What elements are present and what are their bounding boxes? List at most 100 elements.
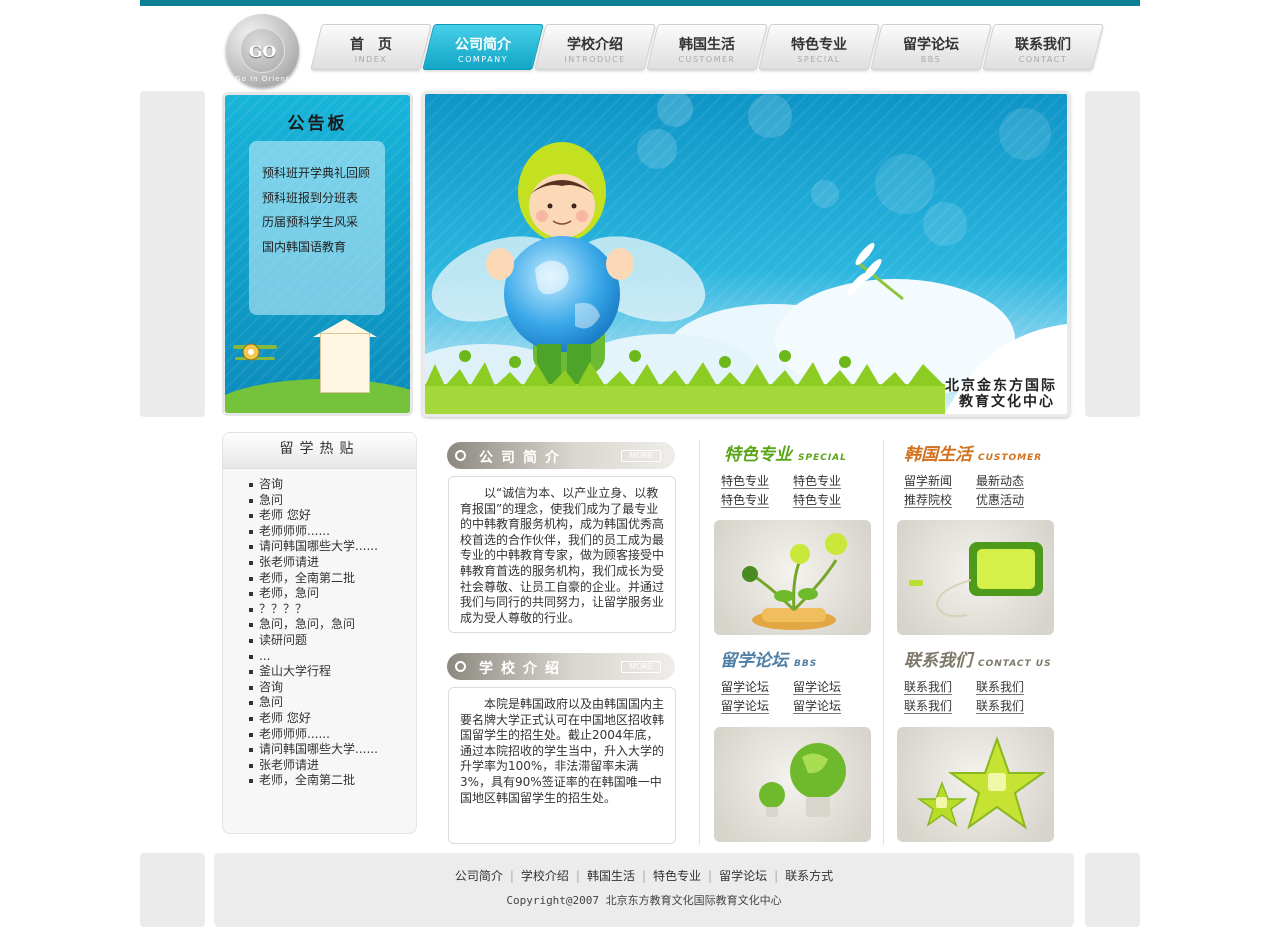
hot-post-item[interactable]: 老师，全南第二批 — [249, 571, 416, 587]
nav-label: 公司简介 — [455, 37, 511, 53]
nav-sublabel: COMPANY — [458, 55, 508, 64]
contact-title: 联系我们 CONTACT US — [904, 646, 1052, 671]
company-more-button[interactable]: MORE — [621, 450, 661, 462]
contact-link[interactable]: 联系我们 — [904, 678, 976, 697]
stars-illustration — [916, 735, 1047, 830]
footer-links: 公司简介 | 学校介绍 | 韩国生活 | 特色专业 | 留学论坛 | 联系方式 — [214, 867, 1074, 884]
bbs-link-label: 留学论坛 — [793, 698, 842, 714]
contact-link[interactable]: 联系我们 — [976, 697, 1048, 716]
nav-item-bbs[interactable]: 留学论坛 BBS — [870, 24, 992, 70]
hot-post-item[interactable]: 釜山大学行程 — [249, 664, 416, 680]
school-title: 学校介绍 — [479, 661, 567, 677]
nav-sublabel: CONTACT — [1018, 55, 1068, 64]
hot-post-item[interactable]: 老师 您好 — [249, 711, 416, 727]
special-link[interactable]: 特色专业 — [793, 472, 865, 491]
notice-item[interactable]: 预科班报到分班表 — [262, 186, 385, 211]
column-divider — [699, 440, 700, 845]
nav-label: 特色专业 — [791, 37, 847, 53]
footer-link[interactable]: 特色专业 — [653, 869, 701, 883]
school-header: 学校介绍 MORE — [447, 653, 675, 680]
nav-item-index[interactable]: 首 页 INDEX — [310, 24, 432, 70]
nav-label: 联系我们 — [1015, 37, 1071, 53]
nav-item-customer[interactable]: 韩国生活 CUSTOMER — [646, 24, 768, 70]
hot-post-item[interactable]: 急问，急问，急问 — [249, 617, 416, 633]
bbs-link[interactable]: 留学论坛 — [721, 678, 793, 697]
contact-link-label: 联系我们 — [904, 680, 953, 695]
special-link[interactable]: 特色专业 — [793, 491, 865, 510]
footer-link[interactable]: 韩国生活 — [587, 869, 635, 883]
hot-post-item[interactable]: 咨询 — [249, 680, 416, 696]
korea-life-link[interactable]: 推荐院校 — [904, 491, 976, 510]
korea-life-title: 韩国生活 CUSTOMER — [904, 440, 1042, 465]
hot-post-item[interactable]: ？？？？ — [249, 602, 416, 618]
hot-post-item[interactable]: 张老师请进 — [249, 555, 416, 571]
nav-item-contact[interactable]: 联系我们 CONTACT — [982, 24, 1104, 70]
contact-link[interactable]: 联系我们 — [904, 697, 976, 716]
globe-bulbs-illustration — [759, 743, 846, 817]
nav-item-introduce[interactable]: 学校介绍 INTRODUCE — [534, 24, 656, 70]
footer-link[interactable]: 留学论坛 — [719, 869, 767, 883]
contact-link-label: 联系我们 — [976, 698, 1025, 714]
hot-post-item[interactable]: 张老师请进 — [249, 758, 416, 774]
korea-life-link[interactable]: 优惠活动 — [976, 491, 1048, 510]
footer-link[interactable]: 学校介绍 — [521, 869, 569, 883]
special-link-label: 特色专业 — [721, 474, 770, 489]
bbs-title-en: BBS — [794, 659, 818, 669]
korea-life-link[interactable]: 最新动态 — [976, 472, 1048, 491]
right-footer-panel — [1085, 853, 1140, 927]
notice-board: 公告板 预科班开学典礼回顾 预科班报到分班表 历届预科学生风采 国内韩国语教育 — [222, 92, 413, 416]
notice-item[interactable]: 历届预科学生风采 — [262, 210, 385, 235]
hot-post-item[interactable]: 老师师师...... — [249, 524, 416, 540]
nav-sublabel: SPECIAL — [797, 55, 841, 64]
hot-post-item[interactable]: ... — [249, 649, 416, 665]
notice-title: 公告板 — [287, 114, 348, 134]
footer-link[interactable]: 公司简介 — [455, 869, 503, 883]
footer-link[interactable]: 联系方式 — [785, 869, 833, 883]
hot-post-item[interactable]: 老师师师...... — [249, 727, 416, 743]
hot-post-item[interactable]: 老师 您好 — [249, 508, 416, 524]
korea-life-link-label: 最新动态 — [976, 474, 1025, 489]
special-link[interactable]: 特色专业 — [721, 472, 793, 491]
special-link[interactable]: 特色专业 — [721, 491, 793, 510]
bbs-link[interactable]: 留学论坛 — [721, 697, 793, 716]
nav-sublabel: INTRODUCE — [564, 55, 626, 64]
contact-link[interactable]: 联系我们 — [976, 678, 1048, 697]
hot-post-item[interactable]: 咨询 — [249, 477, 416, 493]
company-title: 公司简介 — [479, 450, 567, 466]
bbs-link[interactable]: 留学论坛 — [793, 697, 865, 716]
footer-separator: | — [774, 869, 779, 883]
contact-links: 联系我们 联系我们联系我们 联系我们 — [904, 678, 1054, 715]
bbs-title: 留学论坛 BBS — [720, 646, 817, 671]
top-accent-bar — [140, 0, 1140, 6]
special-title-en: SPECIAL — [798, 453, 847, 463]
korea-life-link[interactable]: 留学新闻 — [904, 472, 976, 491]
school-text: 本院是韩国政府以及由韩国国内主要名牌大学正式认可在中国地区招收韩国留学生的招生处… — [448, 687, 676, 844]
left-side-panel — [140, 91, 205, 417]
bullet-ring-icon — [455, 450, 466, 461]
bbs-link[interactable]: 留学论坛 — [793, 678, 865, 697]
hot-post-item[interactable]: 老师，全南第二批 — [249, 773, 416, 789]
bbs-links: 留学论坛 留学论坛留学论坛 留学论坛 — [721, 678, 871, 715]
hot-posts-title: 留学热贴 — [223, 433, 416, 469]
notice-item[interactable]: 国内韩国语教育 — [262, 235, 385, 260]
hot-posts-panel: 留学热贴 咨询 急问 老师 您好 老师师师...... 请问韩国哪些大学...... 张老… — [222, 432, 417, 834]
hill-illustration — [225, 379, 410, 413]
hot-post-item[interactable]: 请问韩国哪些大学...... — [249, 539, 416, 555]
logo-ring-text: Go In Orient — [235, 75, 290, 83]
nav-item-company[interactable]: 公司简介 COMPANY — [422, 24, 544, 70]
main-nav: 首 页 INDEX 公司简介 COMPANY 学校介绍 INTRODUCE 韩国生活 CUST… — [310, 24, 1106, 72]
notice-list-box: 预科班开学典礼回顾 预科班报到分班表 历届预科学生风采 国内韩国语教育 — [249, 141, 385, 315]
hot-post-item[interactable]: 急问 — [249, 493, 416, 509]
hot-post-item[interactable]: 请问韩国哪些大学...... — [249, 742, 416, 758]
site-logo[interactable]: GO Go In Orient — [226, 14, 299, 87]
banner-caption: 北京金东方国际 教育文化中心 — [945, 378, 1057, 410]
special-title-cn: 特色专业 — [724, 445, 792, 465]
hot-post-item[interactable]: 急问 — [249, 695, 416, 711]
notice-item[interactable]: 预科班开学典礼回顾 — [262, 161, 385, 186]
hot-post-item[interactable]: 老师，急问 — [249, 586, 416, 602]
korea-life-link-label: 优惠活动 — [976, 492, 1025, 508]
school-more-button[interactable]: MORE — [621, 661, 661, 673]
globe-bulbs-image — [714, 727, 871, 842]
hot-post-item[interactable]: 读研问题 — [249, 633, 416, 649]
nav-item-special[interactable]: 特色专业 SPECIAL — [758, 24, 880, 70]
